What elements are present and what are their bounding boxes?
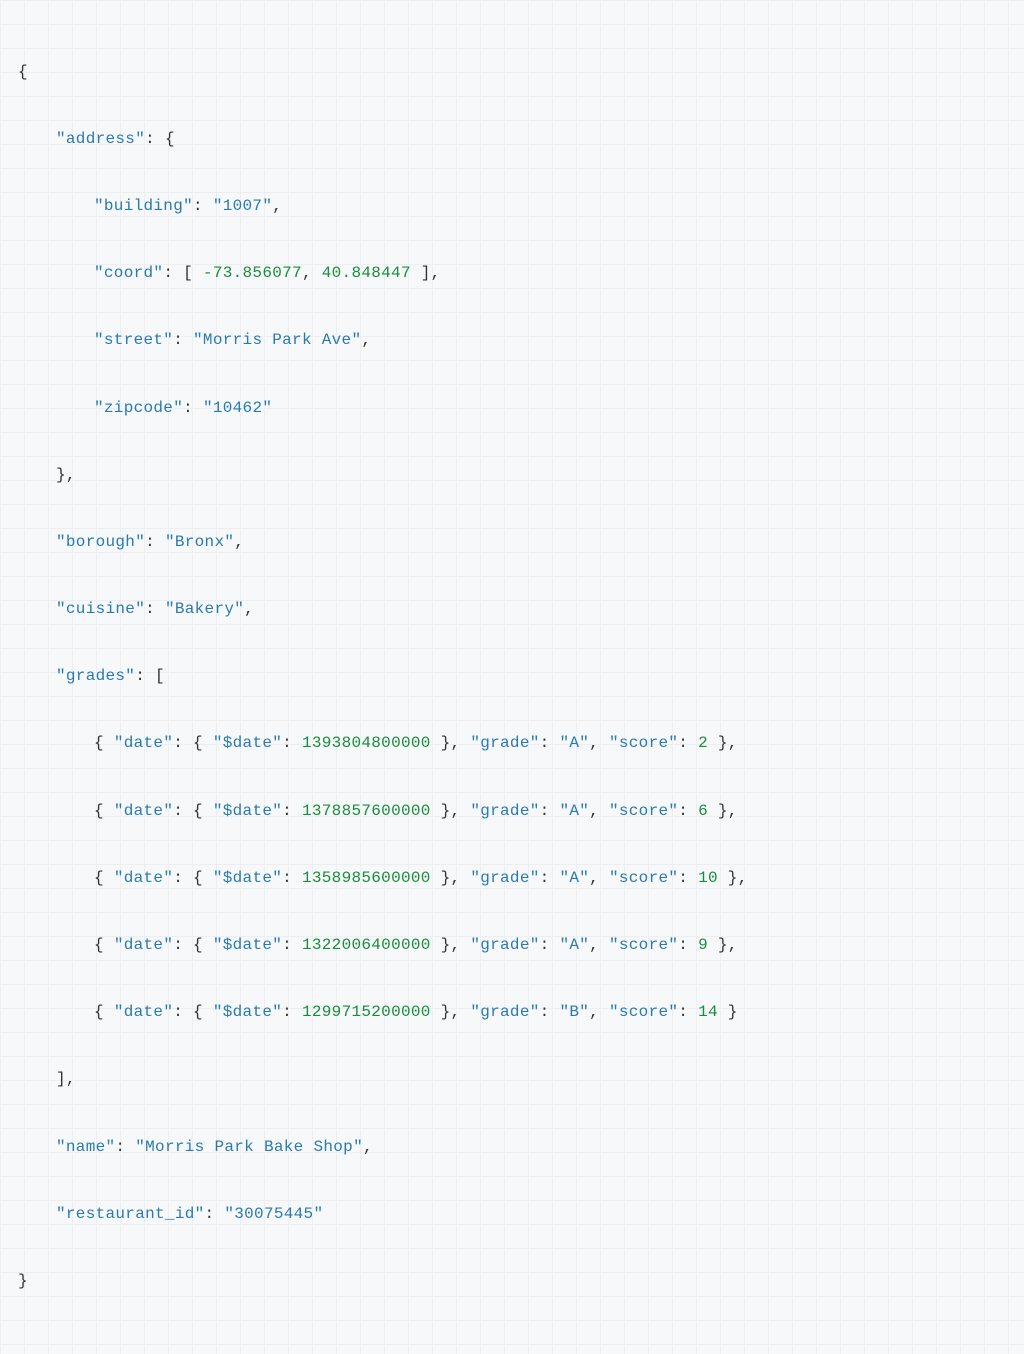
json-value-score: 2 — [698, 734, 708, 752]
json-value-date: 1378857600000 — [302, 802, 431, 820]
json-key-cuisine: "cuisine" — [56, 600, 145, 618]
code-line: "cuisine": "Bakery", — [18, 593, 1006, 627]
json-key-coord: "coord" — [94, 264, 163, 282]
json-value-name: "Morris Park Bake Shop" — [135, 1138, 363, 1156]
json-value-borough: "Bronx" — [165, 533, 234, 551]
json-key-restaurant-id: "restaurant_id" — [56, 1205, 205, 1223]
json-value-building: "1007" — [213, 197, 272, 215]
code-line: { — [18, 56, 1006, 90]
json-value-score: 9 — [698, 936, 708, 954]
code-line: "address": { — [18, 123, 1006, 157]
json-key-borough: "borough" — [56, 533, 145, 551]
code-line-grade-4: { "date": { "$date": 1299715200000 }, "g… — [18, 996, 1006, 1030]
code-line: "restaurant_id": "30075445" — [18, 1198, 1006, 1232]
json-value-zipcode: "10462" — [203, 399, 272, 417]
json-key-grades: "grades" — [56, 667, 135, 685]
json-value-date: 1358985600000 — [302, 869, 431, 887]
json-value-coord-1: 40.848447 — [322, 264, 411, 282]
json-value-date: 1393804800000 — [302, 734, 431, 752]
json-value-grade: "A" — [559, 734, 589, 752]
code-line-grade-1: { "date": { "$date": 1378857600000 }, "g… — [18, 795, 1006, 829]
code-line: "coord": [ -73.856077, 40.848447 ], — [18, 257, 1006, 291]
code-line-grade-3: { "date": { "$date": 1322006400000 }, "g… — [18, 929, 1006, 963]
json-code-block: { "address": { "building": "1007", "coor… — [18, 22, 1006, 1332]
json-value-score: 14 — [698, 1003, 718, 1021]
json-key-name: "name" — [56, 1138, 115, 1156]
code-line: "street": "Morris Park Ave", — [18, 324, 1006, 358]
code-line: "zipcode": "10462" — [18, 392, 1006, 426]
code-line: }, — [18, 459, 1006, 493]
json-value-coord-0: -73.856077 — [203, 264, 302, 282]
json-value-cuisine: "Bakery" — [165, 600, 244, 618]
code-line-grade-2: { "date": { "$date": 1358985600000 }, "g… — [18, 862, 1006, 896]
code-line: "name": "Morris Park Bake Shop", — [18, 1131, 1006, 1165]
json-value-grade: "B" — [559, 1003, 589, 1021]
code-line: ], — [18, 1063, 1006, 1097]
json-value-date: 1322006400000 — [302, 936, 431, 954]
code-line: "grades": [ — [18, 660, 1006, 694]
json-value-street: "Morris Park Ave" — [193, 331, 361, 349]
json-key-street: "street" — [94, 331, 173, 349]
code-line: } — [18, 1265, 1006, 1299]
json-value-grade: "A" — [559, 802, 589, 820]
json-value-grade: "A" — [559, 869, 589, 887]
brace-close: } — [18, 1272, 28, 1290]
json-value-score: 6 — [698, 802, 708, 820]
json-value-date: 1299715200000 — [302, 1003, 431, 1021]
json-key-zipcode: "zipcode" — [94, 399, 183, 417]
json-value-grade: "A" — [559, 936, 589, 954]
json-value-score: 10 — [698, 869, 718, 887]
json-key-address: "address" — [56, 130, 145, 148]
code-line: "borough": "Bronx", — [18, 526, 1006, 560]
json-value-restaurant-id: "30075445" — [224, 1205, 323, 1223]
code-line-grade-0: { "date": { "$date": 1393804800000 }, "g… — [18, 727, 1006, 761]
json-key-building: "building" — [94, 197, 193, 215]
brace-open: { — [18, 63, 28, 81]
code-line: "building": "1007", — [18, 190, 1006, 224]
